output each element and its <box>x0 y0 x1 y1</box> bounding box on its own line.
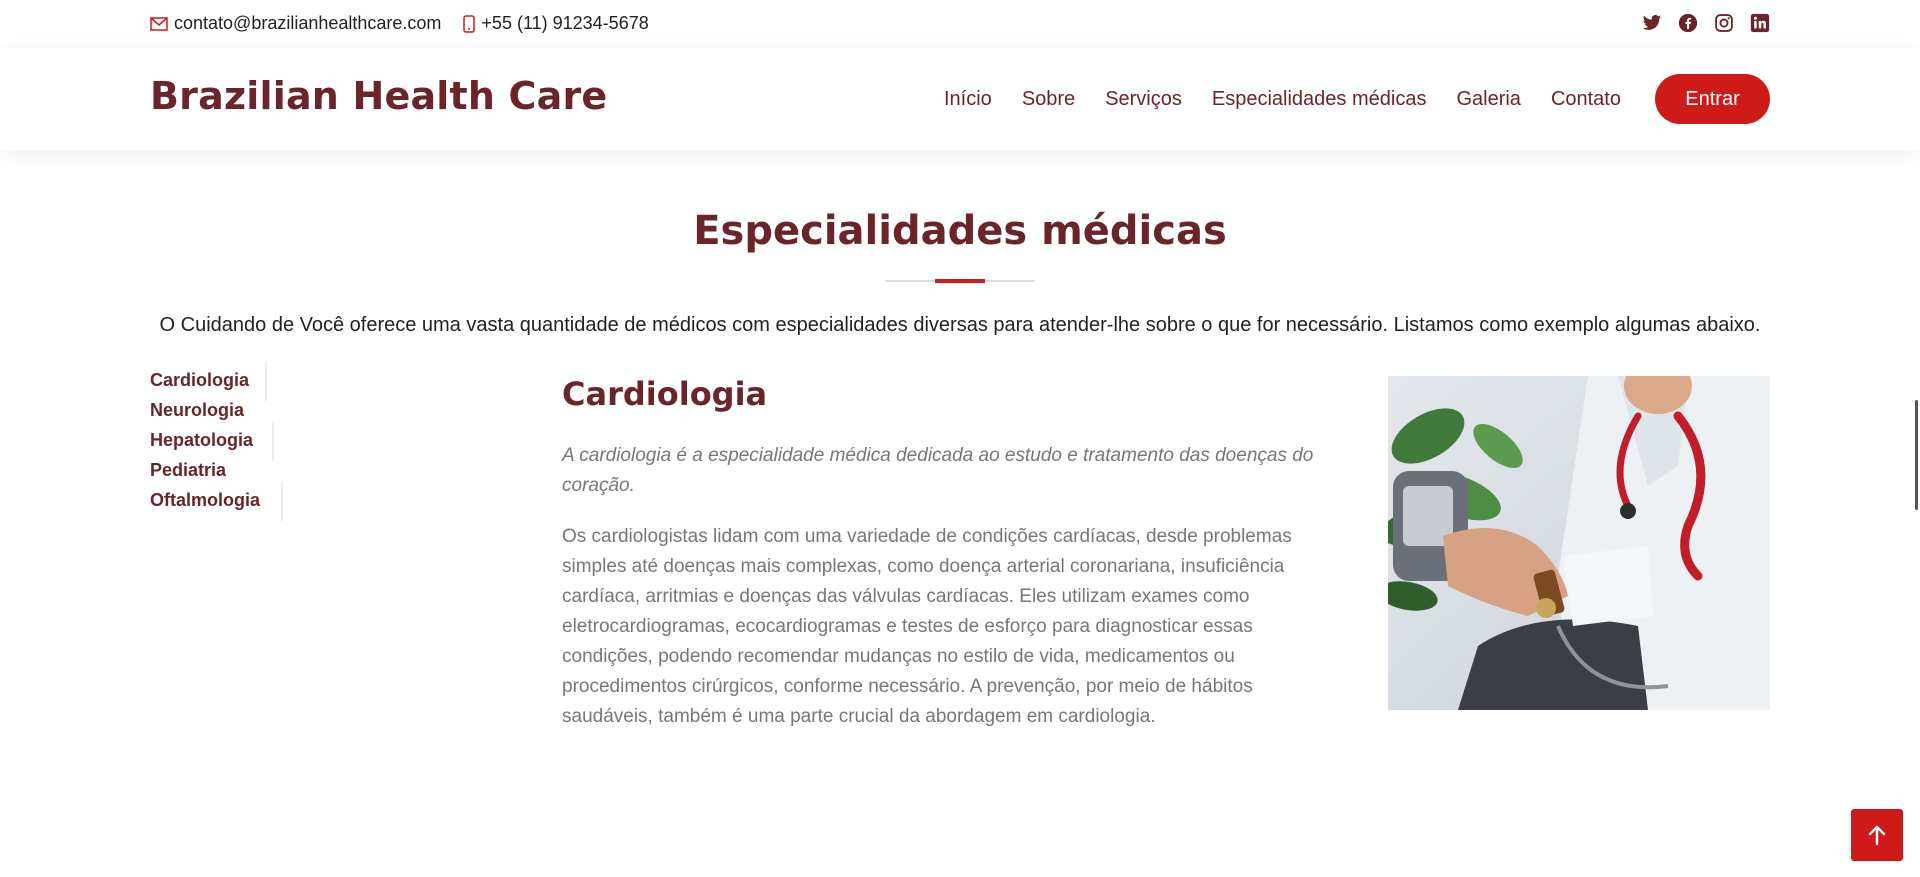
cardiology-photo <box>1388 376 1770 710</box>
contact-info: contato@brazilianhealthcare.com +55 (11)… <box>150 13 649 34</box>
scrollbar-thumb[interactable] <box>1915 400 1918 510</box>
instagram-icon[interactable] <box>1714 13 1734 33</box>
facebook-icon[interactable] <box>1678 13 1698 33</box>
back-to-top-button[interactable] <box>1851 809 1903 861</box>
nav-servicos[interactable]: Serviços <box>1105 88 1182 111</box>
tab-indicator <box>281 481 283 521</box>
email-text: contato@brazilianhealthcare.com <box>174 13 442 33</box>
phone-contact[interactable]: +55 (11) 91234-5678 <box>463 13 649 34</box>
specialty-tabs: Cardiologia Neurologia Hepatologia Pedia… <box>150 361 350 521</box>
tab-label: Cardiologia <box>150 370 250 390</box>
twitter-icon[interactable] <box>1642 13 1662 33</box>
phone-text: +55 (11) 91234-5678 <box>481 13 649 33</box>
login-button[interactable]: Entrar <box>1655 74 1770 124</box>
section-intro: O Cuidando de Você oferece uma vasta qua… <box>159 314 1761 336</box>
tab-pediatria[interactable]: Pediatria <box>150 455 350 485</box>
section-title: Especialidades médicas <box>693 208 1227 254</box>
tab-cardiologia[interactable]: Cardiologia <box>150 361 350 401</box>
tab-oftalmologia[interactable]: Oftalmologia <box>150 481 350 521</box>
tab-label: Oftalmologia <box>150 490 261 510</box>
main-nav: Início Sobre Serviços Especialidades méd… <box>914 74 1770 124</box>
nav-inicio[interactable]: Início <box>944 88 992 111</box>
nav-sobre[interactable]: Sobre <box>1022 88 1075 111</box>
tab-label: Neurologia <box>150 400 245 420</box>
top-bar: contato@brazilianhealthcare.com +55 (11)… <box>0 0 1920 48</box>
nav-contato[interactable]: Contato <box>1551 88 1621 111</box>
tab-hepatologia[interactable]: Hepatologia <box>150 421 350 461</box>
specialty-description: Os cardiologistas lidam com uma variedad… <box>562 526 1292 727</box>
email-contact[interactable]: contato@brazilianhealthcare.com <box>150 13 441 34</box>
envelope-icon <box>150 16 168 31</box>
title-divider-accent <box>935 279 985 283</box>
phone-icon <box>463 14 476 33</box>
tab-label: Hepatologia <box>150 430 254 450</box>
specialty-title: Cardiologia <box>562 375 768 413</box>
social-links <box>1626 13 1770 33</box>
doctor-blood-pressure-illustration <box>1388 376 1770 710</box>
main-header: Brazilian Health Care Início Sobre Servi… <box>0 48 1920 150</box>
tab-label: Pediatria <box>150 460 227 480</box>
nav-especialidades[interactable]: Especialidades médicas <box>1212 88 1427 111</box>
nav-galeria[interactable]: Galeria <box>1456 88 1520 111</box>
arrow-up-icon <box>1868 825 1886 846</box>
specialty-lead: A cardiologia é a especialidade médica d… <box>562 445 1314 496</box>
linkedin-icon[interactable] <box>1750 13 1770 33</box>
tab-neurologia[interactable]: Neurologia <box>150 395 350 425</box>
site-logo[interactable]: Brazilian Health Care <box>150 74 607 118</box>
